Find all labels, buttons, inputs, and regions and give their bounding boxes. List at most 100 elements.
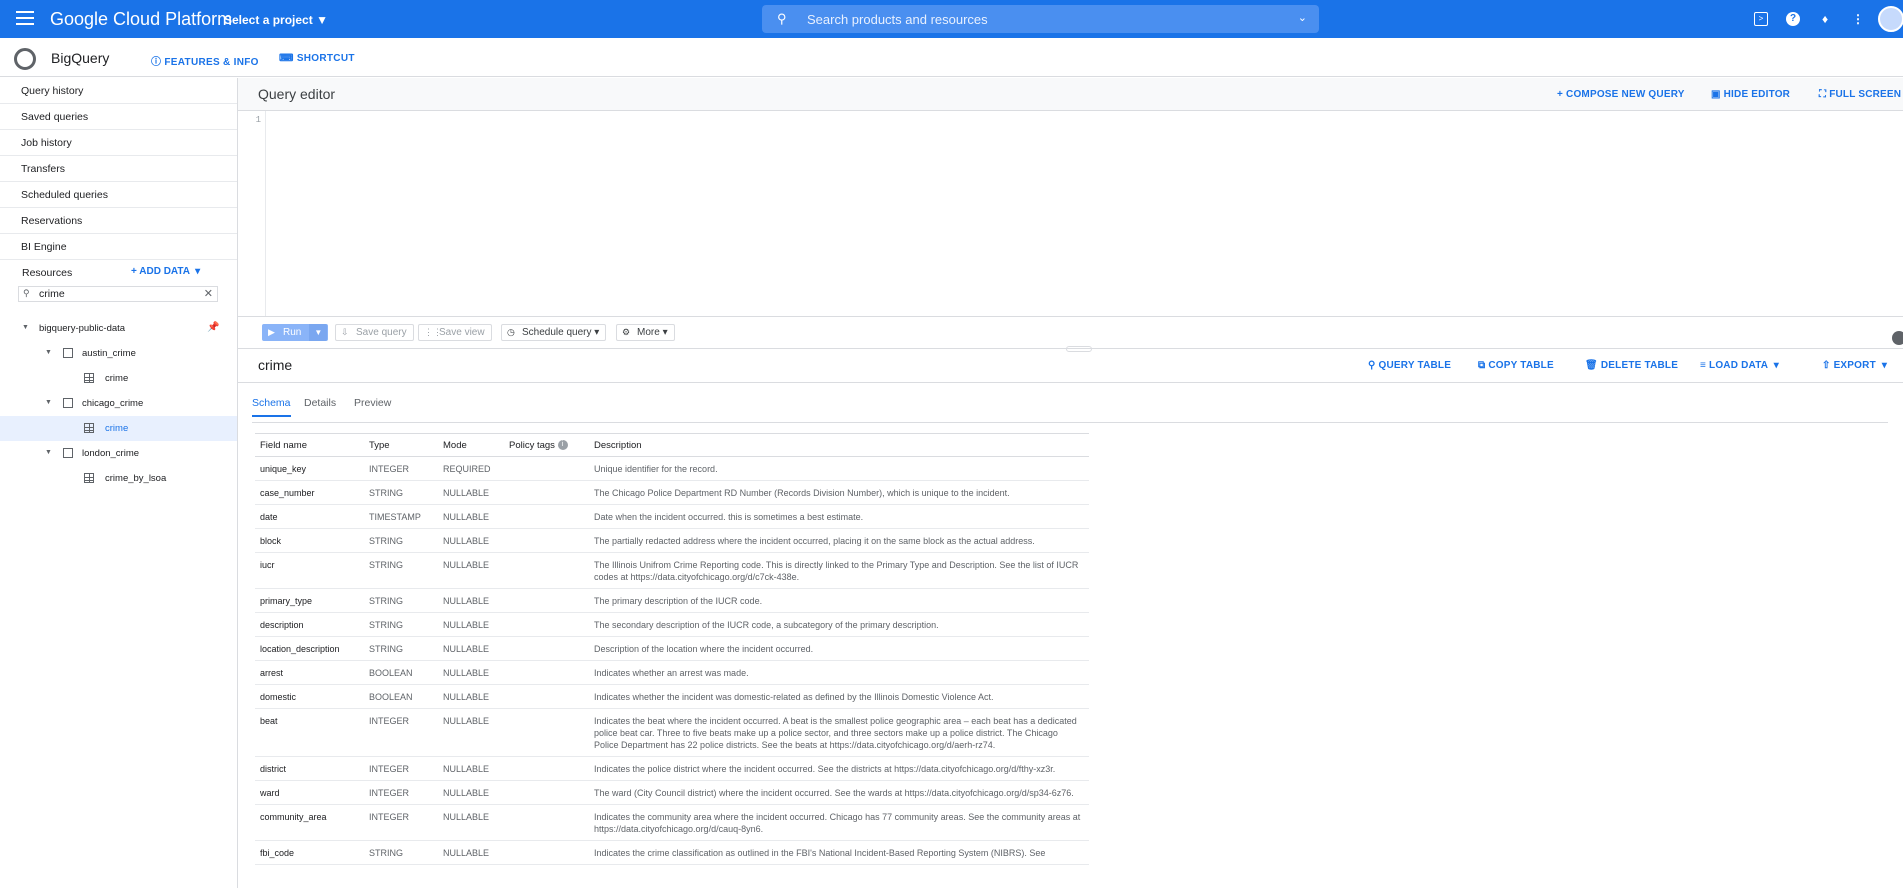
description-cell: The ward (City Council district) where t… (589, 780, 1089, 805)
features-info-label: FEATURES & INFO (164, 57, 259, 68)
more-vert-icon[interactable]: ⋮ (1850, 11, 1866, 27)
table-row[interactable]: beat INTEGER NULLABLE Indicates the beat wh… (255, 708, 1089, 757)
features-info-link[interactable]: ⓘ FEATURES & INFO (151, 53, 259, 68)
account-avatar[interactable] (1878, 6, 1903, 32)
run-button[interactable]: ▶ Run ▼ (262, 324, 329, 341)
nav-job-history[interactable]: Job history (0, 130, 237, 156)
export-button[interactable]: ⇧ EXPORT ▾ (1822, 360, 1887, 371)
tree-dataset-chicago[interactable]: ▼ chicago_crime (0, 391, 237, 416)
more-button[interactable]: ⚙ More ▾ (616, 324, 675, 341)
policy-tags-cell (504, 780, 589, 805)
query-table-button[interactable]: ⚲ QUERY TABLE (1368, 360, 1451, 371)
table-row[interactable]: block STRING NULLABLE The partially redacte… (255, 528, 1089, 553)
tree-dataset-london[interactable]: ▼ london_crime (0, 441, 237, 466)
nav-reservations[interactable]: Reservations (0, 208, 237, 234)
table-row[interactable]: domestic BOOLEAN NULLABLE Indicates whether… (255, 684, 1089, 709)
description-cell: Indicates whether the incident was domes… (589, 684, 1089, 709)
project-selector[interactable]: Select a project ▼ (224, 13, 328, 27)
nav-saved-queries[interactable]: Saved queries (0, 104, 237, 130)
tree-table-austin-crime[interactable]: crime (0, 366, 237, 391)
tree-table-chicago-crime[interactable]: crime (0, 416, 237, 441)
app-title[interactable]: Google Cloud Platform (50, 9, 232, 30)
scroll-handle[interactable] (1892, 331, 1903, 345)
mode-cell: NULLABLE (438, 660, 504, 685)
sidebar: Query history Saved queries Job history … (0, 78, 238, 888)
table-icon (84, 423, 94, 433)
mode-cell: NULLABLE (438, 504, 504, 529)
expand-arrow-icon[interactable]: ▼ (22, 324, 29, 331)
table-row[interactable]: iucr STRING NULLABLE The Illinois Unifrom C… (255, 552, 1089, 589)
type-cell: BOOLEAN (364, 660, 438, 685)
table-row[interactable]: case_number STRING NULLABLE The Chicago Pol… (255, 480, 1089, 505)
load-data-label: LOAD DATA (1709, 360, 1768, 371)
hamburger-menu-icon[interactable] (16, 11, 34, 27)
policy-tags-label: Policy tags (509, 439, 555, 451)
hide-editor-button[interactable]: ▣ HIDE EDITOR (1711, 89, 1790, 100)
full-screen-button[interactable]: ⛶ FULL SCREEN (1819, 89, 1901, 100)
more-label: More (637, 327, 660, 338)
shortcut-link[interactable]: ⌨ SHORTCUT (279, 53, 355, 64)
tab-details[interactable]: Details (304, 394, 336, 415)
tree-dataset-austin[interactable]: ▼ austin_crime (0, 341, 237, 366)
dataset-icon (63, 448, 73, 458)
nav-scheduled-queries[interactable]: Scheduled queries (0, 182, 237, 208)
cloud-shell-icon[interactable]: > (1754, 12, 1768, 26)
info-icon[interactable]: i (557, 439, 568, 450)
help-icon[interactable]: ? (1786, 12, 1800, 26)
search-bar[interactable]: ⚲ Search products and resources ⌄ (762, 5, 1319, 33)
tree-project[interactable]: ▼ bigquery-public-data 📌 (0, 316, 237, 341)
run-dropdown-icon[interactable]: ▼ (309, 324, 328, 341)
nav-query-history[interactable]: Query history (0, 78, 237, 104)
expand-arrow-icon[interactable]: ▼ (45, 399, 52, 406)
policy-tags-cell (504, 528, 589, 553)
type-cell: TIMESTAMP (364, 504, 438, 529)
save-query-button[interactable]: ⇩ Save query (335, 324, 414, 341)
column-header-policy-tags: Policy tags i (504, 433, 589, 457)
copy-table-button[interactable]: ⧉ COPY TABLE (1478, 360, 1554, 371)
table-row[interactable]: ward INTEGER NULLABLE The ward (City Counci… (255, 780, 1089, 805)
table-row[interactable]: community_area INTEGER NULLABLE Indicates t… (255, 804, 1089, 841)
table-row[interactable]: primary_type STRING NULLABLE The primary de… (255, 588, 1089, 613)
add-data-button[interactable]: + ADD DATA ▾ (131, 266, 200, 277)
mode-cell: NULLABLE (438, 612, 504, 637)
expand-arrow-icon[interactable]: ▼ (45, 449, 52, 456)
table-row[interactable]: location_description STRING NULLABLE Descri… (255, 636, 1089, 661)
load-data-button[interactable]: ≡ LOAD DATA ▾ (1700, 360, 1779, 371)
save-view-button[interactable]: ⋮⋮ Save view (418, 324, 492, 341)
main-panel: Query editor + COMPOSE NEW QUERY ▣ HIDE … (238, 78, 1903, 888)
schedule-query-button[interactable]: ◷ Schedule query ▾ (501, 324, 607, 341)
field-name-cell: primary_type (255, 588, 364, 613)
description-cell: Indicates the police district where the … (589, 756, 1089, 781)
dataset-icon (63, 398, 73, 408)
policy-tags-cell (504, 456, 589, 481)
table-row[interactable]: fbi_code STRING NULLABLE Indicates the crim… (255, 840, 1089, 865)
mode-cell: NULLABLE (438, 708, 504, 757)
expand-arrow-icon[interactable]: ▼ (45, 349, 52, 356)
dataset-name: chicago_crime (82, 398, 144, 409)
query-editor[interactable]: 1 (238, 111, 1903, 316)
product-title: BigQuery (51, 50, 110, 66)
pin-icon[interactable]: 📌 (207, 322, 219, 333)
nav-bi-engine[interactable]: BI Engine (0, 234, 237, 260)
tab-preview[interactable]: Preview (354, 394, 391, 415)
divider (238, 382, 1903, 383)
table-row[interactable]: description STRING NULLABLE The secondary d… (255, 612, 1089, 637)
table-row[interactable]: arrest BOOLEAN NULLABLE Indicates whether a… (255, 660, 1089, 685)
nav-transfers[interactable]: Transfers (0, 156, 237, 182)
table-name: crime (105, 373, 129, 384)
compose-new-query-button[interactable]: + COMPOSE NEW QUERY (1557, 89, 1685, 100)
clear-icon[interactable]: ✕ (204, 287, 213, 300)
add-data-label: ADD DATA (139, 266, 190, 277)
description-cell: Date when the incident occurred. this is… (589, 504, 1089, 529)
tab-schema[interactable]: Schema (252, 394, 291, 417)
description-cell: Description of the location where the in… (589, 636, 1089, 661)
resource-filter-input[interactable]: ⚲ crime ✕ (18, 286, 218, 302)
chevron-down-icon[interactable]: ⌄ (1298, 11, 1307, 24)
tree-table-london-lsoa[interactable]: crime_by_lsoa (0, 466, 237, 491)
delete-table-button[interactable]: 🗑 DELETE TABLE (1585, 360, 1678, 371)
table-row[interactable]: unique_key INTEGER REQUIRED Unique identifi… (255, 456, 1089, 481)
table-row[interactable]: district INTEGER NULLABLE Indicates the pol… (255, 756, 1089, 781)
type-cell: INTEGER (364, 804, 438, 841)
table-row[interactable]: date TIMESTAMP NULLABLE Date when the incid… (255, 504, 1089, 529)
notifications-icon[interactable]: ♦ (1817, 11, 1833, 27)
